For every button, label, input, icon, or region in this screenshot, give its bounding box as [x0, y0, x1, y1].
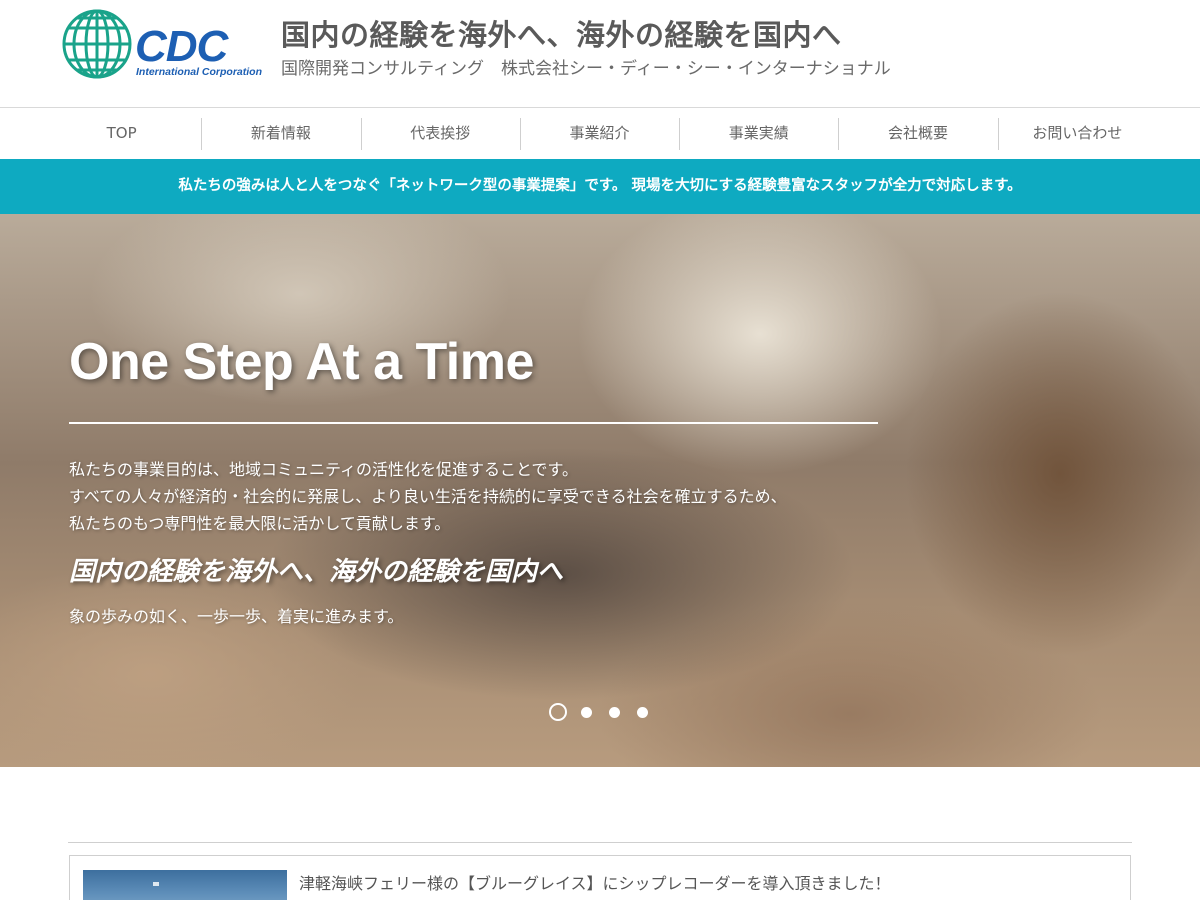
ship-image	[153, 882, 159, 886]
slider-dot-1[interactable]	[549, 703, 567, 721]
hero-slider: One Step At a Time 私たちの事業目的は、地域コミュニティの活性…	[0, 214, 1200, 767]
site-title: 国内の経験を海外へ、海外の経験を国内へ	[281, 18, 842, 52]
nav-item-company[interactable]: 会社概要	[838, 108, 997, 159]
hero-divider	[69, 422, 878, 424]
slider-dot-2[interactable]	[581, 706, 592, 718]
news-item[interactable]: 津軽海峡フェリー様の【ブルーグレイス】にシップレコーダーを導入頂きました！	[69, 855, 1131, 900]
site-header: CDC International Corporation 国内の経験を海外へ、…	[0, 0, 1200, 108]
hero-closing-text: 象の歩みの如く、一歩一歩、着実に進みます。	[69, 607, 404, 626]
slider-pagination	[549, 702, 665, 722]
site-subtitle: 国際開発コンサルティング 株式会社シー・ディー・シー・インターナショナル	[281, 59, 891, 79]
nav-item-achievements[interactable]: 事業実績	[679, 108, 838, 159]
hero-emphasis: 国内の経験を海外へ、海外の経験を国内へ	[69, 557, 564, 587]
nav-item-top[interactable]: TOP	[42, 108, 201, 159]
hero-text-line: すべての人々が経済的・社会的に発展し、より良い生活を持続的に享受できる社会を確立…	[69, 487, 787, 506]
globe-icon	[62, 9, 132, 79]
nav-item-news[interactable]: 新着情報	[201, 108, 360, 159]
hero-text-line: 私たちの事業目的は、地域コミュニティの活性化を促進することです。	[69, 460, 578, 479]
news-title-link[interactable]: 津軽海峡フェリー様の【ブルーグレイス】にシップレコーダーを導入頂きました！	[299, 870, 891, 894]
hero-text-line: 私たちのもつ専門性を最大限に活かして貢献します。	[69, 514, 451, 533]
logo-wordmark: CDC	[135, 22, 228, 71]
nav-item-contact[interactable]: お問い合わせ	[997, 108, 1157, 159]
nav-item-business[interactable]: 事業紹介	[519, 108, 679, 159]
section-divider	[68, 842, 1132, 843]
nav-item-greeting[interactable]: 代表挨拶	[360, 108, 520, 159]
news-thumbnail[interactable]	[83, 870, 287, 900]
hero-title: One Step At a Time	[69, 333, 534, 391]
main-nav: TOP 新着情報 代表挨拶 事業紹介 事業実績 会社概要 お問い合わせ	[0, 107, 1200, 159]
slider-dot-3[interactable]	[609, 706, 620, 718]
tagline-banner: 私たちの強みは人と人をつなぐ「ネットワーク型の事業提案」です。 現場を大切にする…	[0, 159, 1200, 214]
slider-dot-4[interactable]	[637, 706, 648, 718]
logo-tagline: International Corporation	[136, 66, 262, 78]
logo[interactable]: CDC International Corporation	[62, 9, 270, 81]
